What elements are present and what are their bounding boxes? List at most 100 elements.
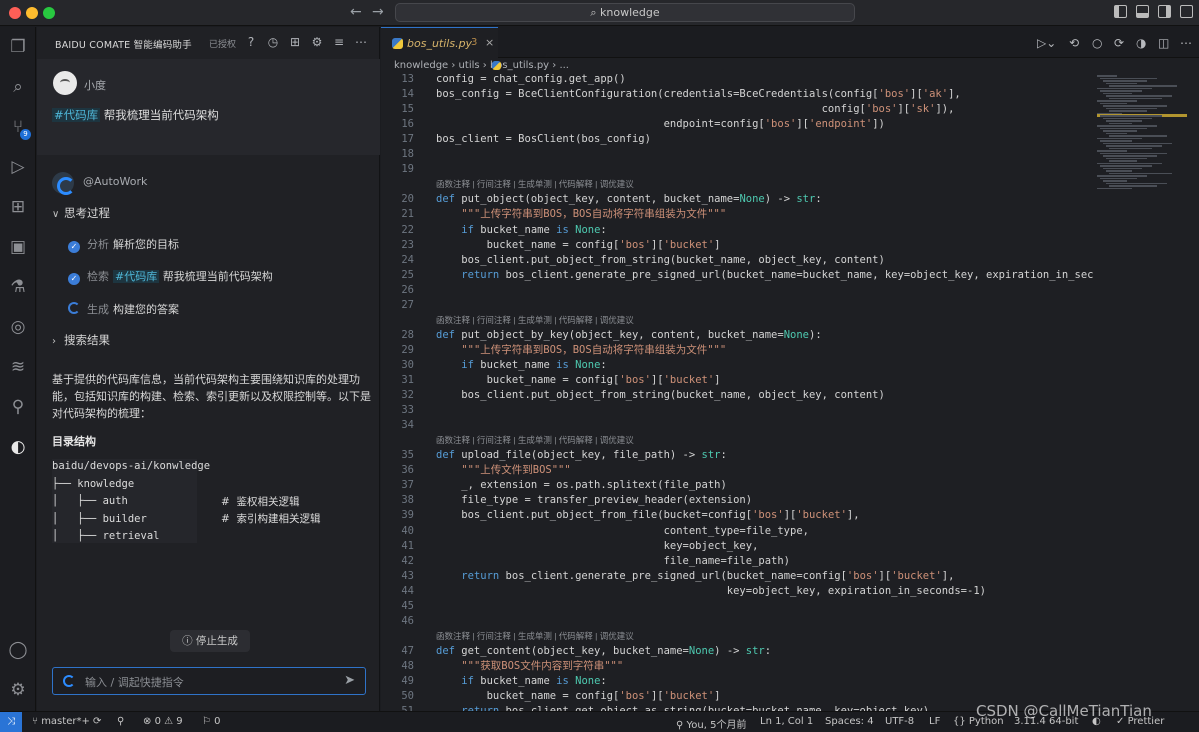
circle-icon[interactable]: ○ bbox=[1092, 36, 1102, 50]
code-line: 45 bbox=[381, 599, 1093, 614]
remote-explorer-icon[interactable]: ▣ bbox=[8, 237, 28, 257]
stop-generation-button[interactable]: ⓘ 停止生成 bbox=[170, 630, 250, 652]
code-line: 38 file_type = transfer_preview_header(e… bbox=[381, 493, 1093, 508]
help-icon[interactable]: ? bbox=[244, 35, 258, 49]
run-icon[interactable]: ▷⌄ bbox=[1037, 36, 1056, 50]
next-change-icon[interactable]: ⟳ bbox=[1114, 36, 1124, 50]
indentation-status[interactable]: Spaces: 4 bbox=[825, 716, 874, 727]
breadcrumb-text: knowledge › utils › bos_utils.py › ... bbox=[394, 60, 569, 71]
explorer-icon[interactable]: ❐ bbox=[8, 37, 28, 57]
line-number: 23 bbox=[401, 238, 414, 251]
ports-status[interactable]: ⚐ 0 bbox=[202, 716, 221, 727]
history-icon[interactable]: ◷ bbox=[266, 35, 280, 49]
gitlens-icon[interactable]: ◎ bbox=[8, 317, 28, 337]
extensions-icon[interactable]: ⊞ bbox=[8, 197, 28, 217]
split-editor-icon[interactable]: ◫ bbox=[1158, 36, 1169, 50]
code-lens[interactable]: 函数注释 | 行间注释 | 生成单测 | 代码解释 | 调优建议 bbox=[381, 433, 1093, 448]
code-lens-actions[interactable]: 函数注释 | 行间注释 | 生成单测 | 代码解释 | 调优建议 bbox=[436, 177, 634, 192]
codebase-tag: #代码库 bbox=[52, 108, 101, 122]
problems-status[interactable]: ⊗ 0 ⚠ 9 bbox=[143, 716, 183, 727]
zoom-window-button[interactable] bbox=[43, 7, 55, 19]
line-number: 13 bbox=[401, 73, 414, 85]
run-debug-icon[interactable]: ▷ bbox=[8, 157, 28, 177]
code-text: if bucket_name is None: bbox=[461, 358, 607, 371]
minimize-window-button[interactable] bbox=[26, 7, 38, 19]
code-lens-actions[interactable]: 函数注释 | 行间注释 | 生成单测 | 代码解释 | 调优建议 bbox=[436, 313, 634, 328]
branch-status[interactable]: ⑂ master*+ ⟳ bbox=[32, 716, 101, 727]
testing-icon[interactable]: ⚗ bbox=[8, 277, 28, 297]
plugins-icon[interactable]: ⊞ bbox=[288, 35, 302, 49]
command-center-search[interactable]: ⌕ knowledge bbox=[395, 3, 855, 22]
tab-bos-utils[interactable]: bos_utils.py 3 × bbox=[381, 27, 498, 58]
minimap-line bbox=[1103, 180, 1127, 182]
minimap-line bbox=[1106, 82, 1137, 84]
thinking-process-toggle[interactable]: ∨ 思考过程 bbox=[52, 205, 110, 221]
code-lens-actions[interactable]: 函数注释 | 行间注释 | 生成单测 | 代码解释 | 调优建议 bbox=[436, 629, 634, 644]
git-blame-status[interactable]: ⚲ You, 5个月前 bbox=[676, 716, 746, 731]
line-number: 42 bbox=[401, 554, 414, 567]
send-icon[interactable]: ➤ bbox=[344, 673, 355, 688]
toggle-secondary-sidebar-icon[interactable] bbox=[1158, 5, 1171, 18]
code-view[interactable]: 13 config = chat_config.get_app() 14 bos_co… bbox=[381, 71, 1093, 711]
code-line: 32 bos_client.put_object_from_string(buc… bbox=[381, 388, 1093, 403]
close-icon[interactable]: × bbox=[485, 36, 494, 49]
loading-spinner-icon bbox=[68, 302, 80, 314]
chevron-right-icon: › bbox=[52, 336, 56, 347]
user-message-text: #代码库 帮我梳理当前代码架构 bbox=[52, 107, 219, 123]
chat-panel-header: BAIDU COMATE 智能编码助手 已授权 ? ◷ ⊞ ⚙ ≡ ⋯ bbox=[37, 27, 380, 59]
open-changes-icon[interactable]: ◑ bbox=[1136, 36, 1146, 50]
encoding-status[interactable]: UTF-8 bbox=[885, 716, 914, 727]
code-line: 31 bucket_name = config['bos']['bucket'] bbox=[381, 373, 1093, 388]
forward-arrow-icon[interactable]: → bbox=[372, 4, 384, 20]
minimap-line bbox=[1100, 152, 1167, 154]
code-line: 37 _, extension = os.path.splitext(file_… bbox=[381, 478, 1093, 493]
step-text: 解析您的目标 bbox=[113, 238, 179, 251]
more-icon[interactable]: ⋯ bbox=[354, 35, 368, 49]
code-lens[interactable]: 函数注释 | 行间注释 | 生成单测 | 代码解释 | 调优建议 bbox=[381, 629, 1093, 644]
chat-input[interactable]: 输入 / 调起快捷指令 ➤ bbox=[52, 667, 366, 695]
code-line: 24 bos_client.put_object_from_string(buc… bbox=[381, 253, 1093, 268]
git-graph-icon[interactable]: ⚲ bbox=[8, 397, 28, 417]
search-results-toggle[interactable]: › 搜索结果 bbox=[52, 332, 110, 348]
search-icon[interactable]: ⌕ bbox=[8, 77, 28, 97]
code-text: bucket_name = config['bos']['bucket'] bbox=[436, 238, 721, 251]
line-number: 51 bbox=[381, 704, 414, 711]
breadcrumb[interactable]: knowledge › utils › bos_utils.py › ... bbox=[394, 60, 569, 71]
code-text: def get_content(object_key, bucket_name=… bbox=[436, 644, 772, 657]
code-text: return bos_client.get_object_as_string(b… bbox=[436, 704, 929, 711]
eol-status[interactable]: LF bbox=[929, 716, 940, 727]
auth-status: 已授权 bbox=[209, 40, 237, 50]
code-text: bos_client = BosClient(bos_config) bbox=[436, 133, 651, 146]
line-number: 38 bbox=[401, 494, 414, 507]
code-lens[interactable]: 函数注释 | 行间注释 | 生成单测 | 代码解释 | 调优建议 bbox=[381, 177, 1093, 192]
clear-chat-icon[interactable]: ≡ bbox=[332, 35, 346, 49]
code-line: 48 """获取BOS文件内容到字符串""" bbox=[381, 659, 1093, 674]
comate-icon[interactable]: ◐ bbox=[8, 437, 28, 457]
back-arrow-icon[interactable]: ← bbox=[350, 4, 362, 20]
account-icon[interactable]: ◯ bbox=[8, 640, 28, 660]
code-line: 49 if bucket_name is None: bbox=[381, 674, 1093, 689]
search-results-label: 搜索结果 bbox=[64, 333, 110, 347]
settings-gear-icon[interactable]: ⚙ bbox=[8, 680, 28, 700]
gitlens-status-icon[interactable]: ⚲ bbox=[117, 716, 124, 727]
minimap[interactable] bbox=[1093, 71, 1193, 191]
check-icon: ✓ bbox=[68, 241, 80, 253]
line-number: 25 bbox=[401, 268, 414, 281]
more-actions-icon[interactable]: ⋯ bbox=[1180, 36, 1192, 50]
minimap-line bbox=[1097, 75, 1117, 77]
code-line: 27 bbox=[381, 298, 1093, 313]
go-back-change-icon[interactable]: ⟲ bbox=[1069, 36, 1079, 50]
code-lens-actions[interactable]: 函数注释 | 行间注释 | 生成单测 | 代码解释 | 调优建议 bbox=[436, 433, 634, 448]
close-window-button[interactable] bbox=[9, 7, 21, 19]
toggle-panel-icon[interactable] bbox=[1136, 5, 1149, 18]
customize-layout-icon[interactable] bbox=[1180, 5, 1193, 18]
code-lens[interactable]: 函数注释 | 行间注释 | 生成单测 | 代码解释 | 调优建议 bbox=[381, 313, 1093, 328]
toggle-primary-sidebar-icon[interactable] bbox=[1114, 5, 1127, 18]
code-line: 33 bbox=[381, 403, 1093, 418]
stop-generation-label: 停止生成 bbox=[195, 635, 238, 647]
code-line: 39 bos_client.put_object_from_file(bucke… bbox=[381, 508, 1093, 523]
remote-indicator-icon[interactable]: ⤨ bbox=[0, 712, 22, 732]
docker-icon[interactable]: ≋ bbox=[8, 357, 28, 377]
settings-icon[interactable]: ⚙ bbox=[310, 35, 324, 49]
cursor-position[interactable]: Ln 1, Col 1 bbox=[760, 716, 813, 727]
